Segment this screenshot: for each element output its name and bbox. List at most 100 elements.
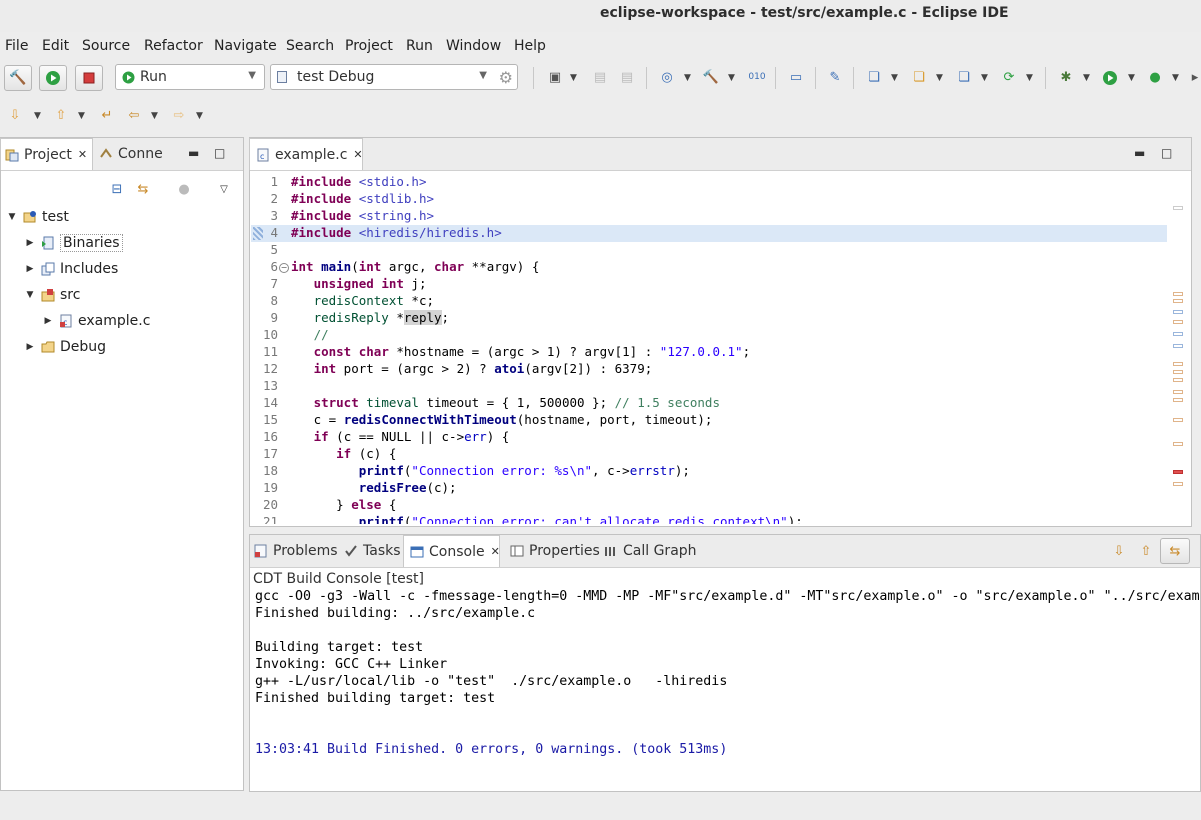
overview-marker[interactable] <box>1173 390 1183 394</box>
overview-marker[interactable] <box>1173 378 1183 382</box>
close-icon[interactable]: ✕ <box>353 148 362 161</box>
overview-marker[interactable] <box>1173 344 1183 348</box>
chevron-down-icon[interactable]: ▼ <box>1172 73 1179 83</box>
gear-icon[interactable]: ⚙ <box>499 68 513 87</box>
code-line[interactable]: // <box>291 327 329 342</box>
tree-item-src[interactable]: ▼ src <box>23 283 81 307</box>
new-class-icon[interactable]: ❏ <box>955 68 973 86</box>
launch-button[interactable] <box>39 65 67 91</box>
launch-mode-select[interactable]: Run ▼ <box>115 64 265 90</box>
fold-icon[interactable]: − <box>279 263 289 273</box>
expand-icon[interactable]: ▶ <box>23 264 37 274</box>
save-icon[interactable]: ▤ <box>591 68 609 86</box>
new-folder-icon[interactable]: ❏ <box>910 68 928 86</box>
menu-search[interactable]: Search <box>286 38 334 54</box>
code-line[interactable]: redisFree(c); <box>291 480 457 495</box>
overview-marker[interactable] <box>1173 442 1183 446</box>
overview-marker[interactable] <box>1173 332 1183 336</box>
tree-item-binaries[interactable]: ▶ Binaries <box>23 231 123 255</box>
code-line[interactable]: unsigned int j; <box>291 276 427 291</box>
console-output[interactable]: gcc -O0 -g3 -Wall -c -fmessage-length=0 … <box>250 587 1200 791</box>
menu-window[interactable]: Window <box>446 38 501 54</box>
stop-button[interactable] <box>75 65 103 91</box>
chevron-down-icon[interactable]: ▼ <box>1128 73 1135 83</box>
code-line[interactable]: #include <string.h> <box>291 208 434 223</box>
code-line[interactable]: #include <stdlib.h> <box>291 191 434 206</box>
menu-help[interactable]: Help <box>514 38 546 54</box>
code-line[interactable]: printf("Connection error: %s\n", c->errs… <box>291 463 690 478</box>
code-line[interactable]: const char *hostname = (argc > 1) ? argv… <box>291 344 751 359</box>
code-line[interactable]: #include <hiredis/hiredis.h> <box>291 225 502 240</box>
chevron-down-icon[interactable]: ▼ <box>78 111 85 121</box>
tab-call-graph[interactable]: Call Graph <box>604 535 697 567</box>
overview-marker[interactable] <box>1173 370 1183 374</box>
expand-icon[interactable]: ▶ <box>23 342 37 352</box>
tab-console[interactable]: Console ✕ <box>403 535 500 567</box>
chevron-down-icon[interactable]: ▼ <box>34 111 41 121</box>
tab-tasks[interactable]: Tasks <box>344 535 401 567</box>
overview-marker[interactable] <box>1173 310 1183 314</box>
terminal-icon[interactable]: ▭ <box>787 68 805 86</box>
close-icon[interactable]: ✕ <box>491 545 500 558</box>
overview-marker[interactable] <box>1173 482 1183 486</box>
tree-item-includes[interactable]: ▶ Includes <box>23 257 119 281</box>
overview-marker[interactable] <box>1173 398 1183 402</box>
forward-icon[interactable]: ⇨ <box>170 106 188 124</box>
tab-connections[interactable]: Conne <box>99 138 179 170</box>
expand-icon[interactable]: ▶ <box>23 238 37 248</box>
chevron-down-icon[interactable]: ▼ <box>936 73 943 83</box>
overview-marker[interactable] <box>1173 292 1183 296</box>
overview-ruler[interactable] <box>1169 174 1189 524</box>
menu-edit[interactable]: Edit <box>42 38 69 54</box>
chevron-down-icon[interactable]: ▼ <box>196 111 203 121</box>
code-line[interactable]: } else { <box>291 497 396 512</box>
chevron-down-icon[interactable]: ▼ <box>1026 73 1033 83</box>
menu-run[interactable]: Run <box>406 38 433 54</box>
minimize-icon[interactable]: ▬ <box>188 146 199 160</box>
expand-icon[interactable]: ▶ <box>41 316 55 326</box>
more-icon[interactable]: ▸ <box>1186 68 1201 86</box>
error-marker[interactable] <box>1173 470 1183 474</box>
code-line[interactable]: if (c == NULL || c->err) { <box>291 429 510 444</box>
menu-navigate[interactable]: Navigate <box>214 38 277 54</box>
overview-marker[interactable] <box>1173 320 1183 324</box>
launch-config-select[interactable]: test Debug ▼ ⚙ <box>270 64 518 90</box>
maximize-icon[interactable]: □ <box>1161 146 1172 160</box>
menu-source[interactable]: Source <box>82 38 130 54</box>
expand-icon[interactable]: ▼ <box>23 290 37 300</box>
close-icon[interactable]: ✕ <box>78 148 87 161</box>
new-c-project-icon[interactable]: ❏ <box>865 68 883 86</box>
tab-example-c[interactable]: c example.c ✕ <box>249 138 363 170</box>
code-line[interactable]: redisContext *c; <box>291 293 434 308</box>
run-external-icon[interactable]: ● <box>1146 68 1164 86</box>
tree-item-debug[interactable]: ▶ Debug <box>23 335 107 359</box>
chevron-down-icon[interactable]: ▼ <box>570 73 577 83</box>
refresh-icon[interactable]: ⟳ <box>1000 68 1018 86</box>
tab-properties[interactable]: Properties <box>510 535 600 567</box>
filters-icon[interactable]: ● <box>175 180 193 198</box>
pin-icon[interactable]: ✎ <box>826 68 844 86</box>
build-button[interactable]: 🔨 <box>4 65 32 91</box>
overview-marker[interactable] <box>1173 362 1183 366</box>
tab-project-explorer[interactable]: Project ✕ <box>0 138 93 170</box>
collapse-all-icon[interactable]: ⊟ <box>108 180 126 198</box>
binary-icon[interactable]: 010 <box>748 68 766 86</box>
minimize-icon[interactable]: ▬ <box>1134 146 1145 160</box>
tab-problems[interactable]: Problems <box>254 535 338 567</box>
tree-item-test[interactable]: ▼ test <box>5 205 69 229</box>
target-icon[interactable]: ◎ <box>658 68 676 86</box>
chevron-down-icon[interactable]: ▼ <box>981 73 988 83</box>
debug-icon[interactable]: ✱ <box>1057 68 1075 86</box>
code-line[interactable]: c = redisConnectWithTimeout(hostname, po… <box>291 412 713 427</box>
chevron-down-icon[interactable]: ▼ <box>1083 73 1090 83</box>
maximize-icon[interactable]: □ <box>214 146 225 160</box>
menu-refactor[interactable]: Refactor <box>144 38 203 54</box>
code-line[interactable]: redisReply *reply; <box>291 310 449 325</box>
chevron-down-icon[interactable]: ▼ <box>891 73 898 83</box>
chevron-down-icon[interactable]: ▼ <box>151 111 158 121</box>
link-with-editor-icon[interactable]: ⇆ <box>134 180 152 198</box>
code-editor[interactable]: 1 #include <stdio.h> 2 #include <stdlib.h> 3… <box>251 172 1167 524</box>
chevron-down-icon[interactable]: ▼ <box>728 73 735 83</box>
save-all-icon[interactable]: ▤ <box>618 68 636 86</box>
tree-item-example-c[interactable]: ▶ c example.c <box>41 309 151 333</box>
